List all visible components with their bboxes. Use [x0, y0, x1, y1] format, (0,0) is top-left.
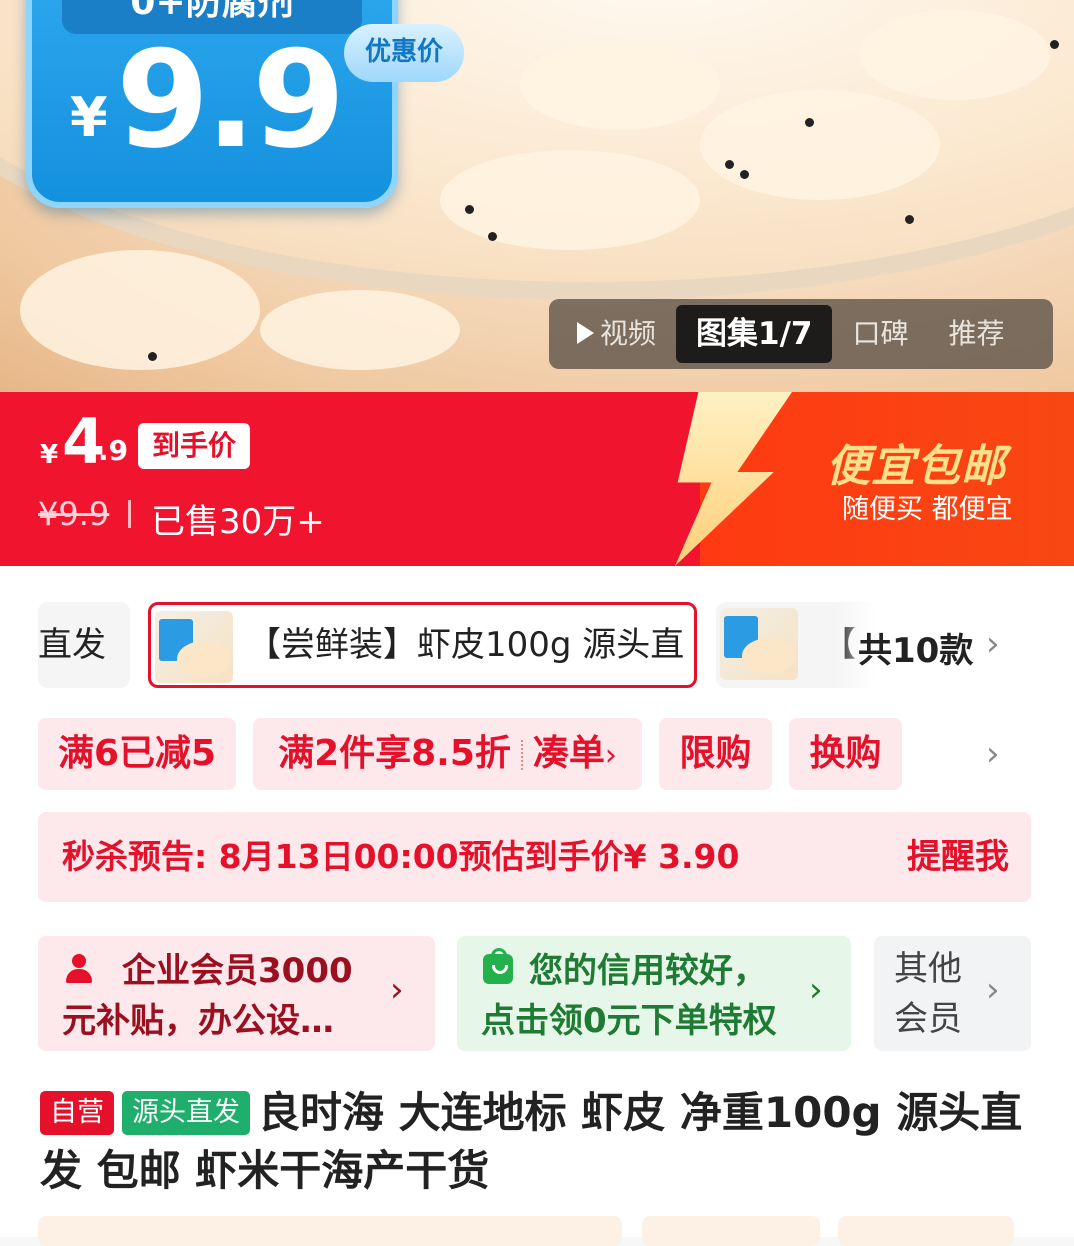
play-icon: [577, 322, 594, 344]
promo-full-reduction[interactable]: 满6已减5: [38, 718, 236, 790]
promo-discount[interactable]: 满2件享8.5折 凑单›: [253, 718, 642, 790]
chevron-right-icon[interactable]: ›: [986, 734, 1000, 774]
product-photo-shrimp: [700, 90, 940, 200]
divider: [128, 500, 131, 528]
original-price: ¥9.9: [38, 495, 110, 533]
info-chip[interactable]: [838, 1216, 1014, 1246]
shrimp-eye: [740, 170, 749, 179]
chevron-right-icon: ›: [604, 738, 617, 773]
info-chip[interactable]: [38, 1216, 622, 1246]
tab-reviews[interactable]: 口碑: [832, 305, 928, 363]
other-membership-card[interactable]: 其他 会员 ›: [874, 936, 1031, 1051]
chevron-right-icon: ›: [809, 970, 823, 1010]
shrimp-eye: [465, 205, 474, 214]
final-price-currency: ¥: [40, 440, 59, 470]
product-title-block: 自营 源头直发 良时海 大连地标 虾皮 净重100g 源头直发 包邮 虾米干海产干货: [40, 1084, 1030, 1200]
tab-gallery[interactable]: 图集1/7: [676, 305, 833, 363]
product-photo-shrimp: [860, 10, 1050, 100]
media-tabs: 视频 图集1/7 口碑 推荐: [549, 299, 1053, 369]
info-chip[interactable]: [642, 1216, 820, 1246]
shrimp-eye: [148, 352, 157, 361]
variant-thumbnail: [155, 611, 233, 683]
product-photo-shrimp: [260, 290, 460, 370]
product-photo-shrimp: [520, 40, 720, 130]
shrimp-eye: [905, 215, 914, 224]
shrimp-eye: [488, 232, 497, 241]
slogan-subtitle: 随便买 都便宜: [842, 494, 1013, 525]
tab-recommend[interactable]: 推荐: [929, 305, 1025, 363]
final-price-badge: 到手价: [138, 423, 250, 469]
card-currency: ¥: [70, 86, 108, 149]
variant-chip-selected[interactable]: 【尝鲜装】虾皮100g 源头直: [148, 602, 697, 688]
promo-limited[interactable]: 限购: [659, 718, 772, 790]
chevron-right-icon: ›: [390, 970, 404, 1010]
shrimp-eye: [1050, 40, 1059, 49]
promo-price-card: 0+防腐剂 ¥ 9.9: [26, 0, 398, 208]
credit-privilege-card[interactable]: 您的信用较好， 点击领0元下单特权 ›: [457, 936, 851, 1051]
remind-me-button[interactable]: 提醒我: [907, 812, 1009, 902]
add-on-link[interactable]: 凑单: [533, 733, 605, 774]
product-image-carousel[interactable]: 0+防腐剂 ¥ 9.9 优惠价 视频 图集1/7 口碑 推荐: [0, 0, 1074, 392]
card-price: 9.9: [116, 22, 345, 178]
self-operated-tag: 自营: [40, 1091, 114, 1135]
tab-video[interactable]: 视频: [557, 305, 676, 363]
discount-price-bubble: 优惠价: [344, 24, 464, 82]
chevron-right-icon[interactable]: ›: [986, 624, 1000, 664]
flash-sale-notice: 秒杀预告: 8月13日00:00预估到手价¥ 3.90 提醒我: [38, 812, 1031, 902]
variant-chip[interactable]: 直发: [38, 602, 130, 688]
direct-shipping-tag: 源头直发: [122, 1091, 250, 1135]
variant-thumbnail: [720, 608, 798, 680]
promo-exchange[interactable]: 换购: [789, 718, 902, 790]
enterprise-member-card[interactable]: 企业会员3000 元补贴，办公设… ›: [38, 936, 435, 1051]
product-photo-shrimp: [20, 250, 260, 370]
chevron-right-icon: ›: [986, 970, 1000, 1010]
shopping-bag-icon: [483, 948, 513, 984]
user-icon: [64, 954, 94, 984]
variant-total-count[interactable]: 共10款: [858, 623, 973, 672]
shrimp-eye: [805, 118, 814, 127]
final-price-decimal: .9: [98, 434, 129, 467]
flash-sale-text: 秒杀预告: 8月13日00:00预估到手价¥ 3.90: [62, 837, 740, 876]
shrimp-eye: [725, 160, 734, 169]
product-photo-shrimp: [440, 150, 700, 250]
cheap-free-shipping-slogan: 便宜包邮: [826, 441, 1006, 492]
sold-count: 已售30万+: [151, 502, 325, 542]
